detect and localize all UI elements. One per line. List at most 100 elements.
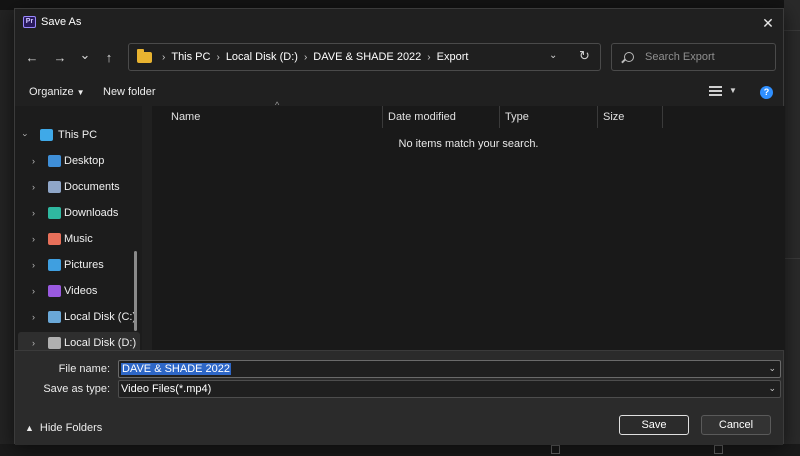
search-icon: [624, 52, 634, 62]
breadcrumb: › This PC › Local Disk (D:) › DAVE & SHA…: [156, 51, 468, 63]
sidebar-item-label: This PC: [58, 129, 98, 141]
dialog-title: Save As: [41, 16, 82, 28]
navigation-pane-scrollbar[interactable]: [134, 251, 137, 331]
chevron-down-icon[interactable]: ⌄: [768, 363, 776, 374]
browser-area: › This PC › Desktop › Documents › Downloads › Mus…: [15, 100, 785, 356]
chevron-right-icon[interactable]: ›: [216, 52, 219, 63]
expand-chevron-icon[interactable]: ›: [32, 338, 35, 348]
save-as-dialog: Pr Save As ✕ ← → ⌄ ↑ › This PC › Local D…: [14, 8, 785, 445]
column-label: Type: [505, 111, 529, 123]
close-button[interactable]: ✕: [757, 13, 779, 33]
sidebar-item[interactable]: › This PC: [18, 124, 140, 148]
address-history-dropdown[interactable]: ⌄: [549, 50, 557, 61]
address-bar[interactable]: › This PC › Local Disk (D:) › DAVE & SHA…: [128, 43, 601, 71]
empty-message: No items match your search.: [398, 138, 539, 150]
desktop-icon: [48, 155, 61, 167]
music-icon: [48, 233, 61, 245]
sidebar-item[interactable]: › Videos: [18, 280, 140, 304]
file-name-value[interactable]: DAVE & SHADE 2022: [121, 363, 232, 375]
caret-down-icon: ▼: [76, 88, 85, 97]
save-button[interactable]: Save: [619, 415, 689, 435]
background-divider: [784, 258, 800, 259]
folder-icon: [137, 49, 152, 63]
search-input[interactable]: Search Export: [645, 51, 715, 63]
expand-chevron-icon[interactable]: ›: [32, 312, 35, 322]
column-header-date-modified[interactable]: Date modified: [383, 106, 500, 128]
chevron-up-icon: ▲: [25, 423, 34, 433]
chevron-right-icon[interactable]: ›: [427, 52, 430, 63]
breadcrumb-this-pc[interactable]: This PC: [171, 51, 210, 63]
navigation-bar: ← → ⌄ ↑ › This PC › Local Disk (D:) › DA…: [15, 40, 783, 76]
sidebar-item-label: Local Disk (C:): [64, 311, 137, 323]
file-name-field[interactable]: DAVE & SHADE 2022 ⌄: [118, 360, 781, 378]
chevron-down-icon[interactable]: ⌄: [768, 383, 776, 394]
organize-label: Organize: [29, 86, 74, 98]
hide-folders-label: Hide Folders: [39, 422, 103, 434]
navigation-pane: › This PC › Desktop › Documents › Downloads › Mus…: [15, 106, 142, 356]
file-list: Name ^ Date modified Type Size No items …: [152, 100, 785, 350]
background-checkbox: [714, 445, 723, 454]
expand-chevron-icon[interactable]: ›: [32, 156, 35, 166]
command-bar: Organize ▼ New folder ▼ ?: [15, 81, 783, 103]
expand-chevron-icon[interactable]: ›: [21, 134, 31, 137]
save-as-type-value: Video Files(*.mp4): [121, 383, 212, 395]
column-header-size[interactable]: Size: [598, 106, 663, 128]
view-options-dropdown[interactable]: ▼: [729, 86, 737, 95]
background-app-bottom: [0, 444, 800, 456]
view-options-icon[interactable]: [709, 86, 722, 97]
expand-chevron-icon[interactable]: ›: [32, 208, 35, 218]
background-app-right-panel: [784, 0, 800, 456]
sidebar-item-label: Desktop: [64, 155, 105, 167]
expand-chevron-icon[interactable]: ›: [32, 234, 35, 244]
column-label: Size: [603, 111, 625, 123]
sidebar-item-label: Downloads: [64, 207, 119, 219]
organize-button[interactable]: Organize ▼: [29, 86, 85, 98]
save-as-type-select[interactable]: Video Files(*.mp4) ⌄: [118, 380, 781, 398]
sidebar-item[interactable]: › Documents: [18, 176, 140, 200]
save-options-panel: File name: DAVE & SHADE 2022 ⌄ Save as t…: [15, 350, 783, 445]
cancel-button[interactable]: Cancel: [701, 415, 771, 435]
chevron-right-icon: ›: [162, 51, 166, 63]
drive-d-icon: [48, 337, 61, 349]
sidebar-item[interactable]: › Desktop: [18, 150, 140, 174]
file-name-label: File name:: [58, 363, 110, 375]
breadcrumb-dave-shade-2022[interactable]: DAVE & SHADE 2022: [313, 51, 421, 63]
column-header-type[interactable]: Type: [500, 106, 598, 128]
column-label: Name: [171, 111, 201, 123]
help-icon[interactable]: ?: [760, 86, 773, 99]
sort-ascending-icon: ^: [275, 100, 280, 110]
forward-button[interactable]: →: [51, 49, 69, 67]
breadcrumb-local-disk-d[interactable]: Local Disk (D:): [226, 51, 298, 63]
new-folder-button[interactable]: New folder: [103, 86, 156, 98]
column-label: Date modified: [388, 111, 456, 123]
recent-locations-button[interactable]: ⌄: [76, 46, 94, 64]
drive-c-icon: [48, 311, 61, 323]
sidebar-item-label: Pictures: [64, 259, 104, 271]
sidebar-item-label: Videos: [64, 285, 98, 297]
refresh-button[interactable]: ↻: [579, 48, 590, 64]
sidebar-item[interactable]: › Music: [18, 228, 140, 252]
computer-icon: [40, 129, 53, 141]
breadcrumb-export[interactable]: Export: [437, 51, 469, 63]
background-divider: [784, 30, 800, 31]
sidebar-item[interactable]: › Downloads: [18, 202, 140, 226]
hide-folders-button[interactable]: ▲ Hide Folders: [25, 422, 102, 434]
sidebar-item-label: Local Disk (D:): [64, 337, 137, 349]
expand-chevron-icon[interactable]: ›: [32, 182, 35, 192]
expand-chevron-icon[interactable]: ›: [32, 260, 35, 270]
sidebar-item-label: Music: [64, 233, 93, 245]
title-bar: Pr Save As ✕: [15, 9, 783, 37]
search-box[interactable]: Search Export: [611, 43, 776, 71]
sidebar-item[interactable]: › Pictures: [18, 254, 140, 278]
premiere-app-icon: Pr: [23, 16, 36, 28]
background-checkbox: [551, 445, 560, 454]
expand-chevron-icon[interactable]: ›: [32, 286, 35, 296]
chevron-right-icon[interactable]: ›: [304, 52, 307, 63]
pictures-icon: [48, 259, 61, 271]
sidebar-item-label: Documents: [64, 181, 120, 193]
documents-icon: [48, 181, 61, 193]
sidebar-item[interactable]: › Local Disk (C:): [18, 306, 140, 330]
back-button[interactable]: ←: [23, 49, 41, 67]
up-button[interactable]: ↑: [100, 49, 118, 67]
column-header-name[interactable]: Name ^: [166, 100, 383, 128]
